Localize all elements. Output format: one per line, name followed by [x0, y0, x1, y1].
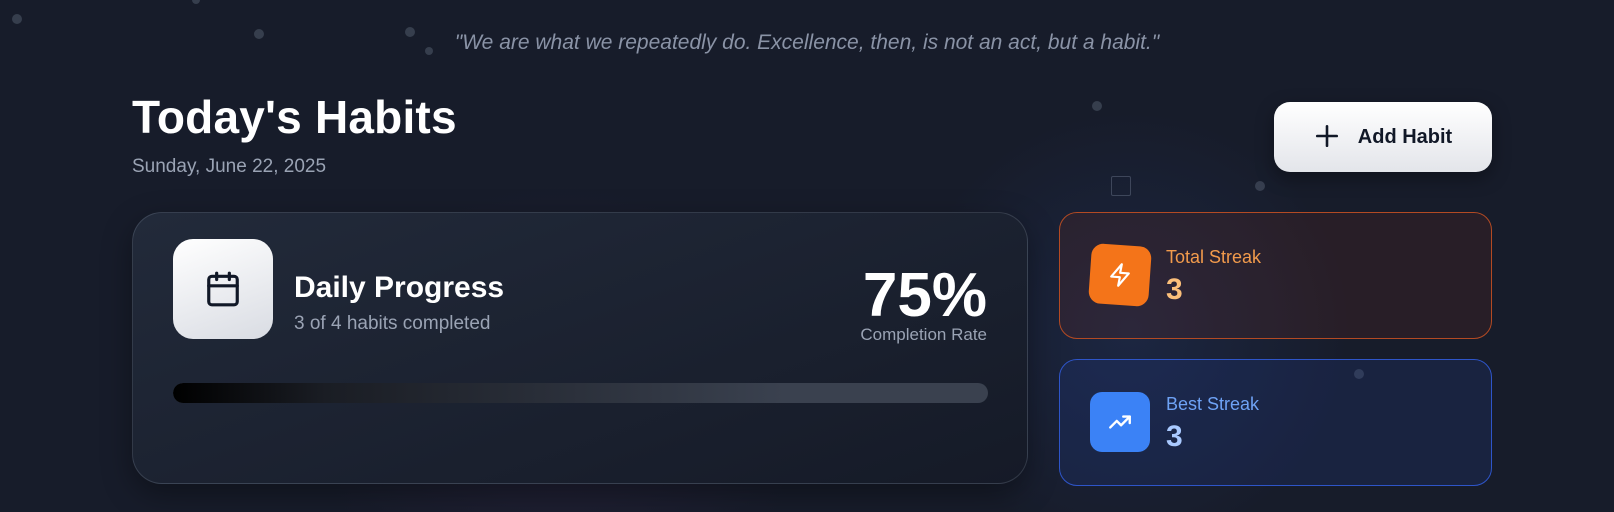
- best-streak-value: 3: [1166, 420, 1183, 453]
- progress-bar-fill: [173, 383, 785, 403]
- progress-title: Daily Progress: [294, 271, 505, 304]
- daily-progress-card: Daily Progress 3 of 4 habits completed 7…: [132, 212, 1028, 484]
- progress-bar: [173, 383, 988, 403]
- trending-up-icon: [1090, 392, 1150, 452]
- total-streak-label: Total Streak: [1166, 247, 1262, 267]
- background-square: [1111, 176, 1131, 196]
- plus-icon: [1314, 123, 1340, 152]
- progress-subtitle: 3 of 4 habits completed: [294, 313, 491, 334]
- completion-rate-label: Completion Rate: [860, 325, 987, 344]
- background-dot: [192, 0, 200, 4]
- best-streak-card: Best Streak 3: [1059, 359, 1492, 486]
- background-dot: [1092, 101, 1102, 111]
- current-date: Sunday, June 22, 2025: [132, 156, 327, 177]
- lightning-icon: [1087, 242, 1153, 308]
- calendar-icon: [173, 239, 273, 339]
- background-dot: [1255, 181, 1265, 191]
- completion-percentage: 75%: [862, 261, 987, 330]
- background-dot: [12, 14, 22, 24]
- motivational-quote: "We are what we repeatedly do. Excellenc…: [454, 31, 1160, 54]
- add-habit-label: Add Habit: [1357, 125, 1453, 148]
- best-streak-label: Best Streak: [1166, 394, 1260, 414]
- total-streak-card: Total Streak 3: [1059, 212, 1492, 339]
- page-title: Today's Habits: [132, 91, 457, 143]
- add-habit-button[interactable]: Add Habit: [1274, 102, 1492, 172]
- total-streak-value: 3: [1166, 273, 1183, 306]
